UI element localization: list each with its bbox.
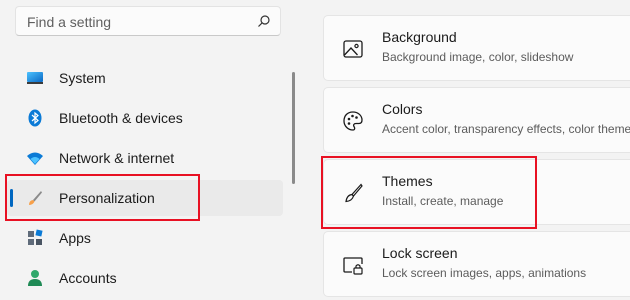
bluetooth-icon (28, 109, 42, 127)
apps-icon (28, 229, 43, 245)
sidebar-item-bluetooth-devices[interactable]: Bluetooth & devices (7, 100, 283, 136)
card-background[interactable]: Background Background image, color, slid… (323, 15, 630, 81)
person-icon (28, 270, 42, 286)
card-lock-screen[interactable]: Lock screen Lock screen images, apps, an… (323, 231, 630, 297)
paintbrush-icon (29, 191, 42, 205)
search-placeholder: Find a setting (27, 14, 112, 30)
sidebar-item-label: Accounts (59, 270, 117, 286)
sidebar-item-network-internet[interactable]: Network & internet (7, 140, 283, 176)
card-themes[interactable]: Themes Install, create, manage (323, 159, 630, 225)
image-icon (343, 40, 363, 58)
card-subtitle: Lock screen images, apps, animations (382, 266, 587, 280)
lock-screen-icon (343, 257, 363, 275)
sidebar-item-label: Apps (59, 230, 91, 246)
search-input[interactable]: Find a setting (15, 6, 281, 36)
sidebar-item-accounts[interactable]: Accounts (7, 260, 283, 296)
sidebar-item-system[interactable]: System (7, 60, 283, 96)
card-title: Themes (382, 173, 433, 189)
card-subtitle: Accent color, transparency effects, colo… (382, 122, 630, 136)
sidebar-scrollbar[interactable] (292, 72, 295, 184)
sidebar-item-personalization[interactable]: Personalization (7, 180, 283, 216)
card-title: Lock screen (382, 245, 458, 261)
sidebar-item-label: System (59, 70, 106, 86)
monitor-icon (27, 72, 43, 84)
wifi-icon (27, 152, 43, 165)
card-subtitle: Background image, color, slideshow (382, 50, 574, 64)
card-colors[interactable]: Colors Accent color, transparency effect… (323, 87, 630, 153)
selection-indicator (10, 189, 13, 207)
search-icon (258, 15, 270, 27)
card-subtitle: Install, create, manage (382, 194, 504, 208)
card-title: Background (382, 29, 457, 45)
sidebar-item-label: Network & internet (59, 150, 175, 166)
sidebar-item-apps[interactable]: Apps (7, 220, 283, 256)
brush-icon (345, 183, 363, 203)
card-title: Colors (382, 101, 423, 117)
sidebar-item-label: Personalization (59, 190, 155, 206)
palette-icon (343, 111, 363, 131)
sidebar-item-label: Bluetooth & devices (59, 110, 183, 126)
